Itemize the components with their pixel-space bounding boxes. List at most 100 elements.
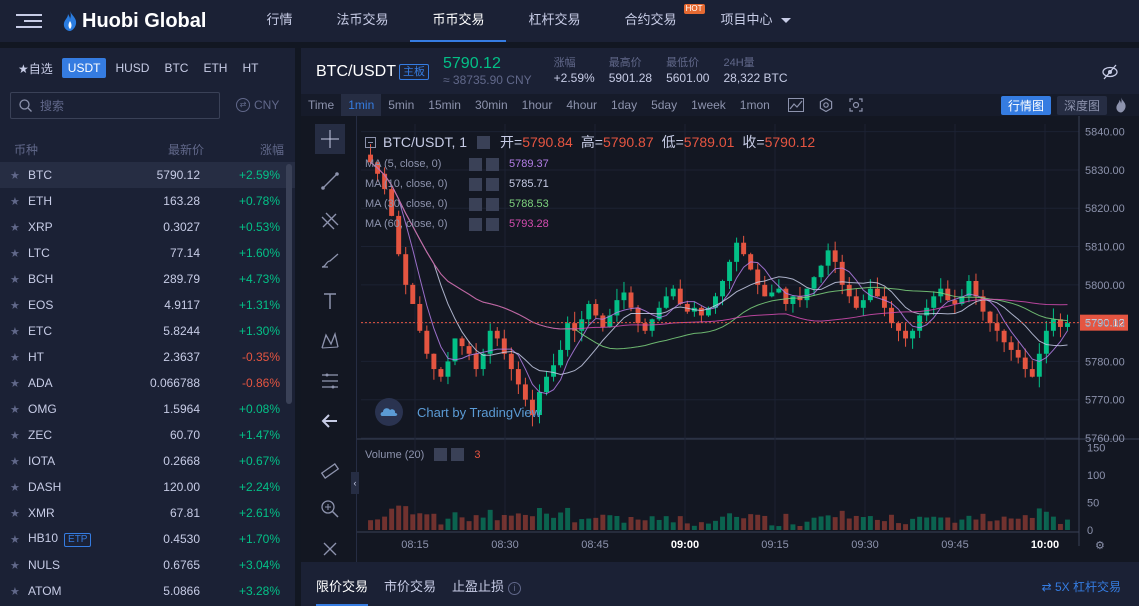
text-tool-icon[interactable]	[315, 286, 345, 316]
nav-fiat[interactable]: 法币交易	[314, 0, 410, 42]
market-row[interactable]: ★ ETH 163.28 +0.78%	[0, 188, 295, 214]
market-row[interactable]: ★ XRP 0.3027 +0.53%	[0, 214, 295, 240]
market-row[interactable]: ★ BCH 289.79 +4.73%	[0, 266, 295, 292]
timeframe-30min[interactable]: 30min	[468, 94, 515, 116]
ruler-tool-icon[interactable]	[315, 456, 345, 486]
header-price[interactable]: 最新价	[114, 141, 204, 158]
tab-stop-order[interactable]: 止盈止损 i	[452, 568, 522, 606]
star-icon[interactable]: ★	[10, 299, 28, 312]
pattern-tool-icon[interactable]	[315, 326, 345, 356]
tab-ht[interactable]: HT	[236, 58, 264, 78]
legend-collapse-icon[interactable]	[365, 136, 376, 148]
timeframe-5day[interactable]: 5day	[644, 94, 684, 116]
ma-close-icon[interactable]	[486, 217, 499, 231]
currency-toggle[interactable]: ⇄ CNY	[236, 98, 279, 112]
star-icon[interactable]: ★	[10, 169, 28, 182]
market-row[interactable]: ★ XMR 67.81 +2.61%	[0, 500, 295, 526]
tab-usdt[interactable]: USDT	[61, 58, 107, 78]
settings-icon[interactable]	[815, 97, 837, 113]
star-icon[interactable]: ★	[10, 533, 28, 546]
tab-btc[interactable]: BTC	[158, 58, 194, 78]
ma-settings-icon[interactable]	[469, 217, 482, 231]
hide-eye-icon[interactable]	[1101, 63, 1119, 81]
market-row[interactable]: ★ ATOM 5.0866 +3.28%	[0, 578, 295, 604]
trend-line-tool-icon[interactable]	[315, 166, 345, 196]
star-icon[interactable]: ★	[10, 507, 28, 520]
star-icon[interactable]: ★	[10, 351, 28, 364]
star-icon[interactable]: ★	[10, 195, 28, 208]
menu-icon[interactable]	[16, 14, 42, 28]
tab-limit-order[interactable]: 限价交易	[316, 568, 369, 606]
brush-tool-icon[interactable]	[315, 246, 345, 276]
timeframe-1mon[interactable]: 1mon	[733, 94, 777, 116]
huobi-logo[interactable]: Huobi Global	[62, 10, 206, 33]
nav-margin[interactable]: 杠杆交易	[506, 0, 602, 42]
market-row[interactable]: ★ ZEC 60.70 +1.47%	[0, 422, 295, 448]
timeframe-time[interactable]: Time	[301, 94, 341, 116]
crosshair-tool-icon[interactable]	[315, 124, 345, 154]
ma-close-icon[interactable]	[486, 197, 499, 211]
ma-close-icon[interactable]	[486, 177, 499, 191]
close-icon[interactable]	[315, 534, 345, 564]
nav-projects[interactable]: 项目中心	[699, 0, 813, 42]
volume-close-icon[interactable]	[451, 448, 465, 461]
market-row[interactable]: ★ HB10 ETP 0.4530 +1.70%	[0, 526, 295, 552]
timeframe-1min[interactable]: 1min	[341, 94, 382, 116]
nav-exchange[interactable]: 币币交易	[410, 0, 507, 42]
fib-tool-icon[interactable]	[315, 366, 345, 396]
pitchfork-tool-icon[interactable]	[315, 206, 345, 236]
tab-market-order[interactable]: 市价交易	[384, 568, 436, 606]
star-icon[interactable]: ★	[10, 481, 28, 494]
market-row[interactable]: ★ IOTA 0.2668 +0.67%	[0, 448, 295, 474]
indicator-icon[interactable]	[785, 97, 807, 113]
star-icon[interactable]: ★	[10, 247, 28, 260]
market-row[interactable]: ★ LTC 77.14 +1.60%	[0, 240, 295, 266]
legend-settings-icon[interactable]	[477, 135, 491, 149]
timeframe-1week[interactable]: 1week	[684, 94, 733, 116]
header-change[interactable]: 涨幅	[204, 141, 284, 158]
depth-view-button[interactable]: 深度图	[1056, 95, 1107, 115]
star-icon[interactable]: ★	[10, 455, 28, 468]
nav-contract[interactable]: 合约交易 HOT	[603, 0, 705, 42]
market-row[interactable]: ★ NULS 0.6765 +3.04%	[0, 552, 295, 578]
ma-settings-icon[interactable]	[469, 197, 482, 211]
timeframe-5min[interactable]: 5min	[381, 94, 421, 116]
zoom-in-icon[interactable]	[315, 494, 345, 524]
star-icon[interactable]: ★	[10, 377, 28, 390]
market-row[interactable]: ★ DASH 120.00 +2.24%	[0, 474, 295, 500]
ma-settings-icon[interactable]	[469, 157, 482, 171]
kline-view-button[interactable]: 行情图	[1000, 95, 1051, 115]
ma-settings-icon[interactable]	[469, 177, 482, 191]
market-row[interactable]: ★ OMG 1.5964 +0.08%	[0, 396, 295, 422]
star-icon[interactable]: ★	[10, 325, 28, 338]
info-icon[interactable]: i	[508, 582, 522, 595]
star-icon[interactable]: ★	[10, 585, 28, 598]
tab-eth[interactable]: ETH	[197, 58, 233, 78]
screenshot-icon[interactable]	[845, 97, 867, 113]
timeframe-1hour[interactable]: 1hour	[515, 94, 560, 116]
star-icon[interactable]: ★	[10, 429, 28, 442]
tab-husd[interactable]: HUSD	[109, 58, 155, 78]
timeframe-4hour[interactable]: 4hour	[559, 94, 604, 116]
market-row[interactable]: ★ ADA 0.066788 -0.86%	[0, 370, 295, 396]
star-icon[interactable]: ★	[10, 221, 28, 234]
leverage-link[interactable]: ⇄ 5X 杠杆交易	[1042, 568, 1121, 606]
search-input[interactable]: 搜索	[10, 91, 220, 119]
timeframe-1day[interactable]: 1day	[604, 94, 644, 116]
market-row[interactable]: ★ HT 2.3637 -0.35%	[0, 344, 295, 370]
tradingview-watermark[interactable]: Chart by TradingView	[375, 398, 541, 426]
tab-favorites[interactable]: ★自选	[12, 57, 59, 80]
market-row[interactable]: ★ BTC 5790.12 +2.59%	[0, 162, 295, 188]
list-scrollbar[interactable]	[286, 164, 292, 404]
market-row[interactable]: ★ ETC 5.8244 +1.30%	[0, 318, 295, 344]
ma-close-icon[interactable]	[486, 157, 499, 171]
nav-market[interactable]: 行情	[244, 0, 314, 42]
timeframe-15min[interactable]: 15min	[421, 94, 468, 116]
star-icon[interactable]: ★	[10, 559, 28, 572]
arrow-left-icon[interactable]	[315, 406, 345, 436]
star-icon[interactable]: ★	[10, 403, 28, 416]
header-coin[interactable]: 币种	[14, 141, 114, 158]
market-row[interactable]: ★ EOS 4.9117 +1.31%	[0, 292, 295, 318]
volume-settings-icon[interactable]	[434, 448, 448, 461]
star-icon[interactable]: ★	[10, 273, 28, 286]
